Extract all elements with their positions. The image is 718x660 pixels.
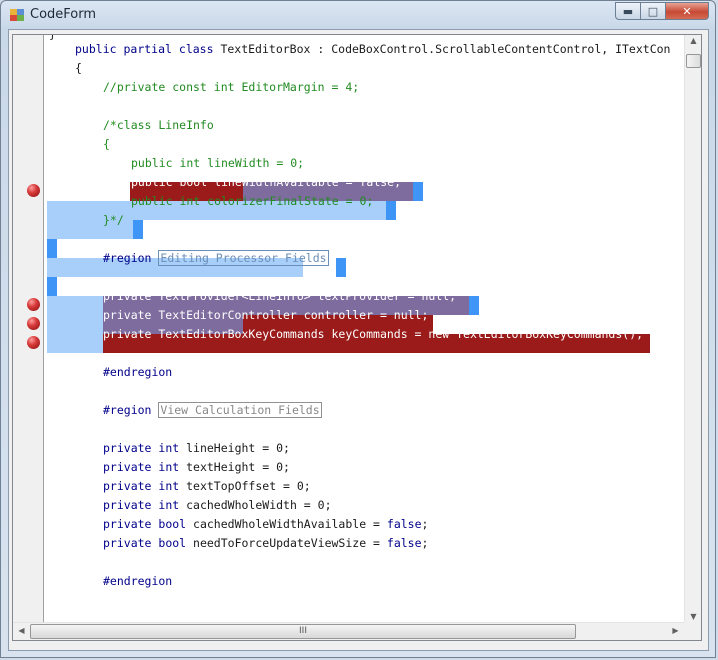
code-line: #region View Calculation Fields	[103, 402, 322, 418]
code-area[interactable]: } public partial class TextEditorBox : C…	[44, 35, 681, 622]
scroll-down-arrow-icon[interactable]: ▼	[685, 612, 701, 621]
code-line: private int textHeight = 0;	[103, 460, 290, 474]
code-line: private int textTopOffset = 0;	[103, 479, 311, 493]
code-line: private int cachedWholeWidth = 0;	[103, 498, 332, 512]
code-line: #endregion	[103, 574, 173, 588]
vertical-scroll-thumb[interactable]	[686, 54, 701, 68]
selection-edge	[336, 258, 346, 277]
selection-edge	[386, 201, 396, 220]
minimize-icon: ▬	[622, 4, 634, 18]
scroll-up-arrow-icon[interactable]: ▲	[685, 36, 701, 45]
code-line: private int lineHeight = 0;	[103, 441, 290, 455]
code-line: private bool needToForceUpdateViewSize =…	[103, 536, 429, 550]
form-app-icon	[10, 9, 24, 21]
scroll-left-arrow-icon[interactable]: ◀	[13, 626, 30, 635]
title-bar[interactable]: CodeForm ▬ □ ✕	[1, 1, 715, 29]
code-line: public bool lineWidthAvailable = false;	[131, 175, 402, 189]
selection-edge	[47, 239, 57, 258]
code-line: private TextProvider<LineInfo> textProvi…	[103, 289, 457, 303]
scrollbar-corner	[684, 622, 701, 640]
selection-edge	[413, 182, 423, 201]
breakpoint-icon[interactable]	[27, 184, 40, 197]
code-line: #region Editing Processor Fields	[103, 250, 329, 266]
maximize-icon: □	[647, 4, 659, 18]
close-icon: ✕	[682, 4, 692, 18]
maximize-button[interactable]: □	[641, 2, 666, 20]
code-line: public int lineWidth = 0;	[131, 156, 305, 170]
code-line: private bool cachedWholeWidthAvailable =…	[103, 517, 429, 531]
code-line: {	[75, 61, 82, 75]
window-title: CodeForm	[30, 7, 97, 22]
horizontal-scroll-thumb[interactable]: III	[30, 624, 576, 639]
breakpoint-icon[interactable]	[27, 336, 40, 349]
form-client-area: } public partial class TextEditorBox : C…	[8, 29, 709, 651]
code-line: }	[49, 35, 56, 44]
breakpoint-icon[interactable]	[27, 298, 40, 311]
code-line: private TextEditorBoxKeyCommands keyComm…	[103, 327, 644, 341]
breakpoint-gutter[interactable]	[13, 35, 43, 622]
code-line: //private const int EditorMargin = 4;	[103, 80, 360, 94]
code-line: public int colorizerFinalState = 0;	[131, 194, 374, 208]
selection-edge	[469, 296, 479, 315]
code-line: #endregion	[103, 365, 173, 379]
code-editor[interactable]: } public partial class TextEditorBox : C…	[12, 34, 702, 641]
caption-buttons: ▬ □ ✕	[615, 2, 709, 21]
code-line: }*/	[103, 213, 124, 227]
scroll-grip-icon: III	[299, 626, 307, 636]
code-line: public partial class TextEditorBox : Cod…	[75, 42, 671, 56]
code-form-window: CodeForm ▬ □ ✕ public partial class Text…	[0, 0, 716, 658]
vertical-scrollbar[interactable]: ▲ ▼	[684, 35, 701, 622]
close-button[interactable]: ✕	[666, 2, 709, 20]
code-line: /*class LineInfo	[103, 118, 214, 132]
selection-block	[47, 296, 103, 353]
code-line: private TextEditorController controller …	[103, 308, 429, 322]
code-line: {	[103, 137, 110, 151]
selection-edge	[133, 220, 143, 239]
horizontal-scrollbar[interactable]: ◀ III ▶	[13, 622, 684, 640]
minimize-button[interactable]: ▬	[615, 2, 641, 20]
scroll-right-arrow-icon[interactable]: ▶	[667, 626, 684, 635]
selection-edge	[47, 277, 57, 296]
breakpoint-icon[interactable]	[27, 317, 40, 330]
